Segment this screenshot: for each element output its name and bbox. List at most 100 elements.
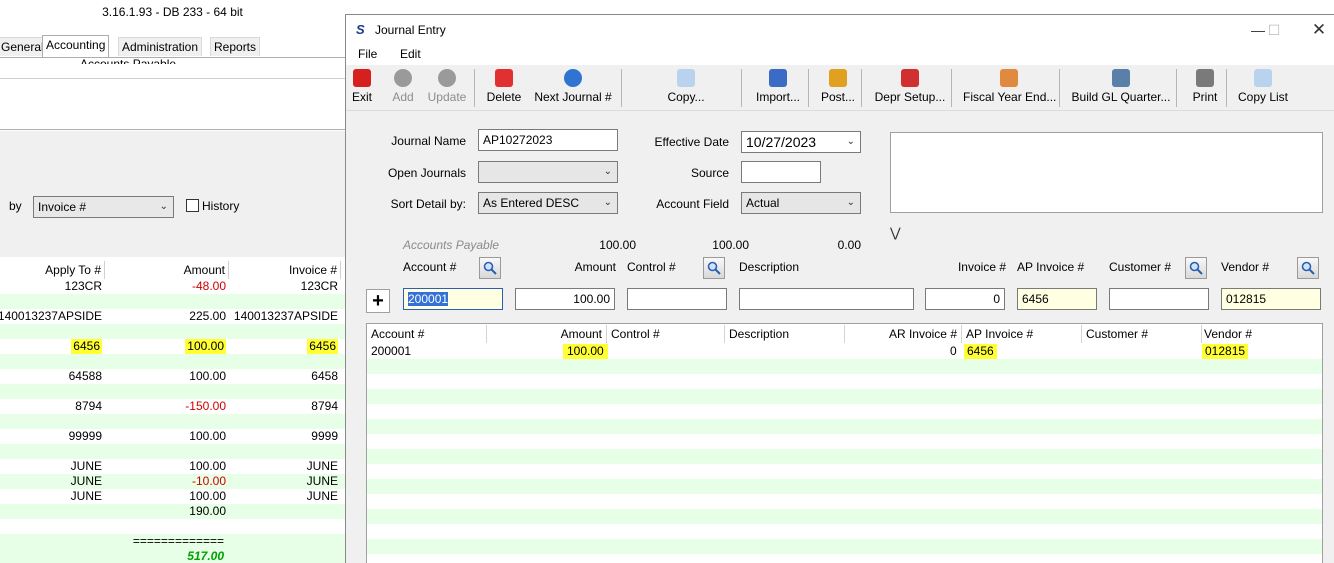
cell-amount: -150.00 — [185, 399, 226, 413]
cell-invoice: 9999 — [311, 429, 338, 443]
table-row[interactable]: 64588 100.00 6458 — [0, 369, 345, 384]
table-row[interactable] — [367, 494, 1322, 509]
table-row[interactable] — [367, 524, 1322, 539]
entry-amount-field[interactable]: 100.00 — [515, 288, 615, 310]
close-icon[interactable]: ✕ — [1304, 20, 1334, 40]
entry-account-field[interactable]: 200001 — [403, 288, 503, 310]
account-search-button[interactable] — [479, 257, 501, 279]
entry-vendor-field[interactable]: 012815 — [1221, 288, 1321, 310]
history-checkbox[interactable]: History — [186, 199, 239, 213]
column-header-invoice[interactable]: Invoice # — [229, 261, 341, 279]
entry-invoice-label: Invoice # — [957, 260, 1006, 274]
sort-by-select[interactable]: Invoice # ⌄ — [33, 196, 174, 218]
copy-icon — [677, 69, 695, 87]
print-button[interactable]: Print — [1189, 69, 1221, 109]
add-line-button[interactable]: + — [366, 289, 390, 313]
table-row[interactable] — [367, 554, 1322, 563]
control-search-button[interactable] — [703, 257, 725, 279]
cell-invoice: 8794 — [311, 399, 338, 413]
entry-invoice-field[interactable]: 0 — [925, 288, 1005, 310]
toolbar-separator — [621, 69, 622, 107]
entry-description-field[interactable] — [739, 288, 914, 310]
cell-amount: 100.00 — [189, 369, 226, 383]
table-row[interactable] — [367, 449, 1322, 464]
table-row[interactable] — [367, 479, 1322, 494]
column-header-amount[interactable]: Amount — [105, 261, 229, 279]
import-button[interactable]: Import... — [753, 69, 803, 109]
vendor-search-button[interactable] — [1297, 257, 1319, 279]
depr-setup-button[interactable]: Depr Setup... — [874, 69, 946, 109]
table-row[interactable] — [367, 374, 1322, 389]
total-separator: ============= — [132, 534, 224, 548]
table-row[interactable] — [367, 419, 1322, 434]
table-row[interactable]: 8794 -150.00 8794 — [0, 399, 345, 414]
maximize-icon[interactable]: ☐ — [1259, 20, 1289, 40]
table-row[interactable]: 99999 100.00 9999 — [0, 429, 345, 444]
table-row[interactable] — [367, 464, 1322, 479]
table-row[interactable]: 123CR -48.00 123CR — [0, 279, 345, 294]
table-row[interactable]: JUNE 100.00 JUNE — [0, 459, 345, 474]
customer-search-button[interactable] — [1185, 257, 1207, 279]
grid-header-account[interactable]: Account # — [367, 325, 487, 343]
cell-invoice: 6456 — [307, 339, 338, 354]
menu-file[interactable]: File — [358, 47, 377, 61]
update-button[interactable]: Update — [426, 69, 468, 109]
copy-button[interactable]: Copy... — [666, 69, 706, 109]
entry-ap-invoice-field[interactable]: 6456 — [1017, 288, 1097, 310]
journal-entry-window: S Journal Entry — ☐ ✕ File Edit Exit Add U… — [345, 14, 1334, 563]
effective-date-picker[interactable]: 10/27/2023 ⌄ — [741, 131, 861, 153]
grid-header-vendor[interactable]: Vendor # — [1200, 325, 1322, 343]
table-row[interactable] — [367, 434, 1322, 449]
table-row[interactable] — [367, 359, 1322, 374]
entry-ap-invoice-label: AP Invoice # — [1017, 260, 1085, 274]
fiscal-year-end-button[interactable]: Fiscal Year End... — [963, 69, 1056, 109]
table-row[interactable] — [367, 404, 1322, 419]
entry-customer-field[interactable] — [1109, 288, 1209, 310]
open-journals-select[interactable]: ⌄ — [478, 161, 618, 183]
expand-chevron-icon[interactable]: ⋁ — [890, 225, 901, 241]
table-row[interactable] — [367, 389, 1322, 404]
grid-header-control[interactable]: Control # — [607, 325, 725, 343]
column-header-apply-to[interactable]: Apply To # — [0, 261, 105, 279]
journal-name-label: Journal Name — [391, 134, 466, 148]
tab-general[interactable]: General — [0, 37, 48, 56]
tab-reports[interactable]: Reports — [210, 37, 261, 56]
memo-textarea[interactable] — [890, 132, 1323, 213]
table-row[interactable]: 190.00 — [0, 504, 345, 519]
sort-detail-select[interactable]: As Entered DESC ⌄ — [478, 192, 618, 214]
toolbar-separator — [741, 69, 742, 107]
row-stripe — [0, 294, 345, 309]
add-button[interactable]: Add — [390, 69, 416, 109]
post-button[interactable]: Post... — [820, 69, 856, 109]
table-row[interactable] — [367, 509, 1322, 524]
entry-control-field[interactable] — [627, 288, 727, 310]
entry-description-label: Description — [739, 260, 800, 274]
toolbar-separator — [951, 69, 952, 107]
account-field-select[interactable]: Actual ⌄ — [741, 192, 861, 214]
source-field[interactable] — [741, 161, 821, 183]
panel-divider — [0, 78, 345, 79]
menu-edit[interactable]: Edit — [400, 47, 421, 61]
table-row[interactable]: 200001 100.00 0 6456 012815 — [367, 344, 1322, 359]
table-row[interactable] — [367, 539, 1322, 554]
next-journal-button[interactable]: Next Journal # — [534, 69, 612, 109]
grid-header-ar-invoice[interactable]: AR Invoice # — [845, 325, 962, 343]
table-row[interactable]: JUNE 100.00 JUNE — [0, 489, 345, 504]
add-icon — [394, 69, 412, 87]
table-row[interactable]: 6456 100.00 6456 — [0, 339, 345, 354]
grid-header-amount[interactable]: Amount — [487, 325, 607, 343]
copy-list-button[interactable]: Copy List — [1237, 69, 1289, 109]
grid-header-customer[interactable]: Customer # — [1082, 325, 1202, 343]
build-gl-quarter-button[interactable]: Build GL Quarter... — [1071, 69, 1171, 109]
journal-name-field[interactable]: AP10272023 — [478, 129, 618, 151]
exit-button[interactable]: Exit — [350, 69, 374, 109]
table-row[interactable]: JUNE -10.00 JUNE — [0, 474, 345, 489]
cell-invoice: JUNE — [306, 474, 338, 488]
table-row[interactable]: 140013237APSIDE 225.00 140013237APSIDE — [0, 309, 345, 324]
row-ar-invoice: 0 — [950, 344, 957, 358]
checkbox-box[interactable] — [186, 199, 199, 212]
delete-button[interactable]: Delete — [486, 69, 522, 109]
cell-amount: 100.00 — [189, 459, 226, 473]
grid-header-ap-invoice[interactable]: AP Invoice # — [962, 325, 1082, 343]
grid-header-description[interactable]: Description — [725, 325, 845, 343]
